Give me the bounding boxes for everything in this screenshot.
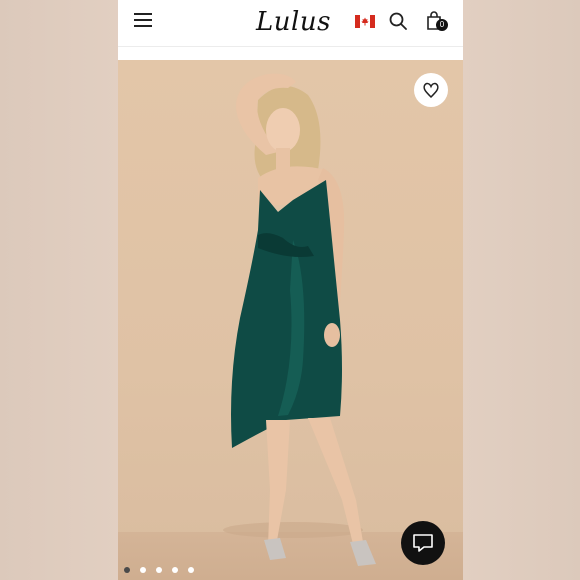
carousel-dot-3[interactable] bbox=[156, 567, 162, 573]
chat-bubble-icon bbox=[413, 534, 433, 552]
carousel-indicators bbox=[124, 560, 204, 573]
search-icon[interactable] bbox=[389, 12, 407, 30]
canada-flag-icon[interactable] bbox=[355, 15, 375, 28]
wishlist-button[interactable] bbox=[414, 73, 448, 107]
carousel-dot-2[interactable] bbox=[140, 567, 146, 573]
brand-logo[interactable]: Lulus bbox=[256, 6, 330, 38]
heart-icon bbox=[423, 82, 439, 99]
hamburger-menu-icon[interactable] bbox=[134, 13, 152, 29]
site-header: Lulus 0 bbox=[118, 0, 463, 47]
carousel-dot-4[interactable] bbox=[172, 567, 178, 573]
mobile-screen: Lulus 0 bbox=[118, 0, 463, 580]
product-image-carousel[interactable] bbox=[118, 60, 463, 580]
chat-button[interactable] bbox=[401, 521, 445, 565]
cart-count-badge: 0 bbox=[436, 19, 448, 31]
carousel-dot-5[interactable] bbox=[188, 567, 194, 573]
product-photo bbox=[223, 73, 376, 566]
carousel-dot-1[interactable] bbox=[124, 567, 130, 573]
